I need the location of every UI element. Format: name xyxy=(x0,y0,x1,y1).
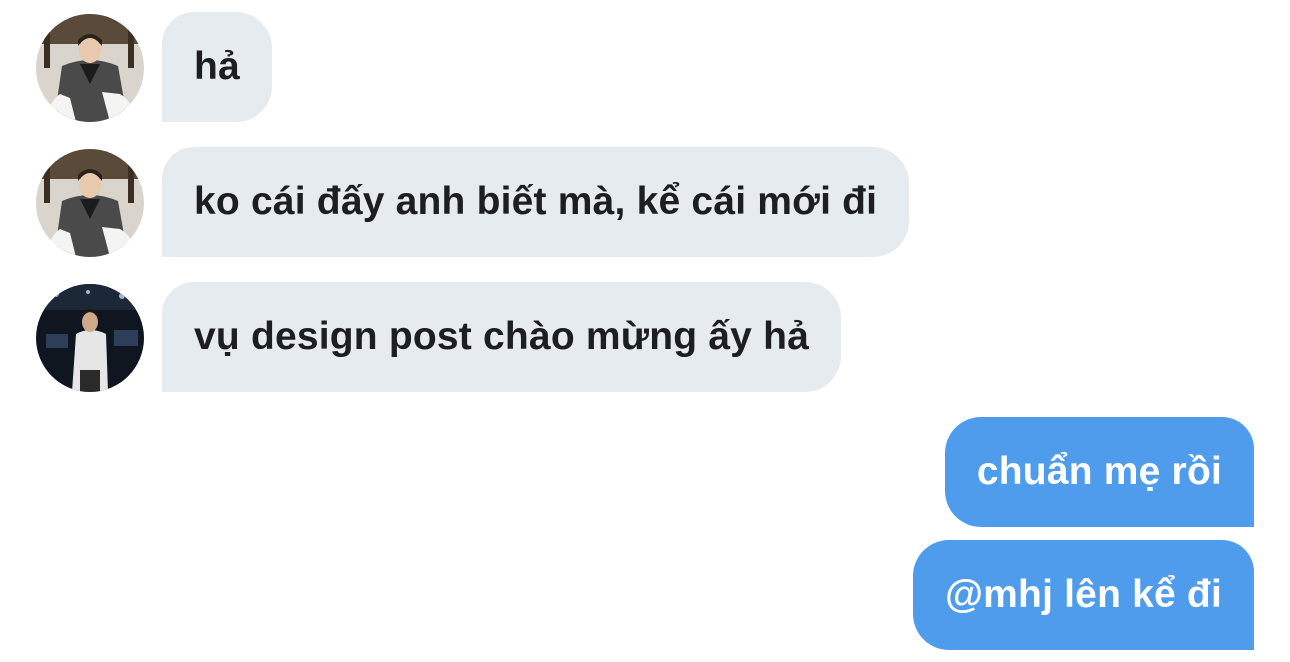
message-bubble-incoming[interactable]: hả xyxy=(162,12,272,122)
sender-avatar[interactable] xyxy=(36,284,144,392)
message-bubble-incoming[interactable]: vụ design post chào mừng ấy hả xyxy=(162,282,842,392)
sender-avatar[interactable] xyxy=(36,149,144,257)
message-text: hả xyxy=(194,45,240,88)
chat-thread: hả ko cái đấy anh biết mà, kể cái mới đi xyxy=(0,0,1290,662)
avatar-photo-man-stage-dark xyxy=(36,284,144,392)
message-bubble-incoming[interactable]: ko cái đấy anh biết mà, kể cái mới đi xyxy=(162,147,910,257)
message-text: chuẩn mẹ rồi xyxy=(976,450,1222,493)
sender-avatar[interactable] xyxy=(36,14,144,122)
message-bubble-outgoing[interactable]: @mhj lên kể đi xyxy=(912,540,1254,650)
avatar-photo-man-jacket xyxy=(36,14,144,122)
message-text: vụ design post chào mừng ấy hả xyxy=(194,315,810,358)
message-bubble-outgoing[interactable]: chuẩn mẹ rồi xyxy=(944,417,1254,527)
avatar-photo-man-jacket xyxy=(36,149,144,257)
message-text: ko cái đấy anh biết mà, kể cái mới đi xyxy=(194,180,878,223)
message-text: @mhj lên kể đi xyxy=(944,573,1222,616)
